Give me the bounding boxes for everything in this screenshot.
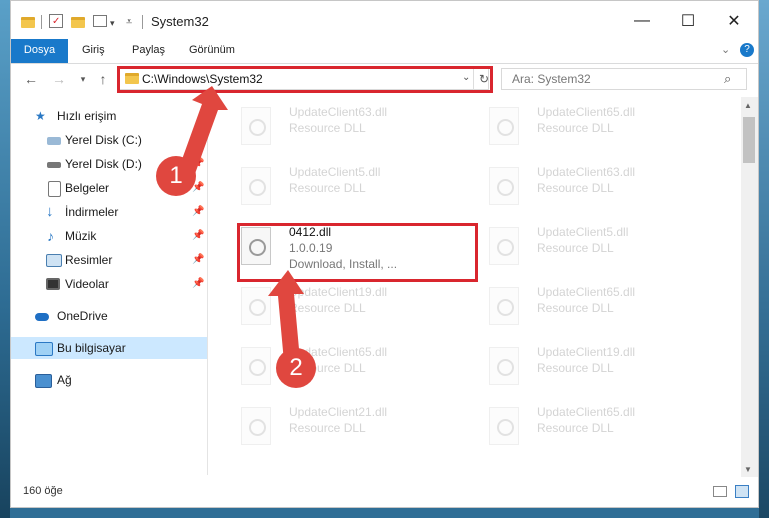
step-one-badge: 1 <box>156 156 196 196</box>
tutorial-arrows <box>176 86 304 362</box>
step-two-badge: 2 <box>276 348 316 388</box>
